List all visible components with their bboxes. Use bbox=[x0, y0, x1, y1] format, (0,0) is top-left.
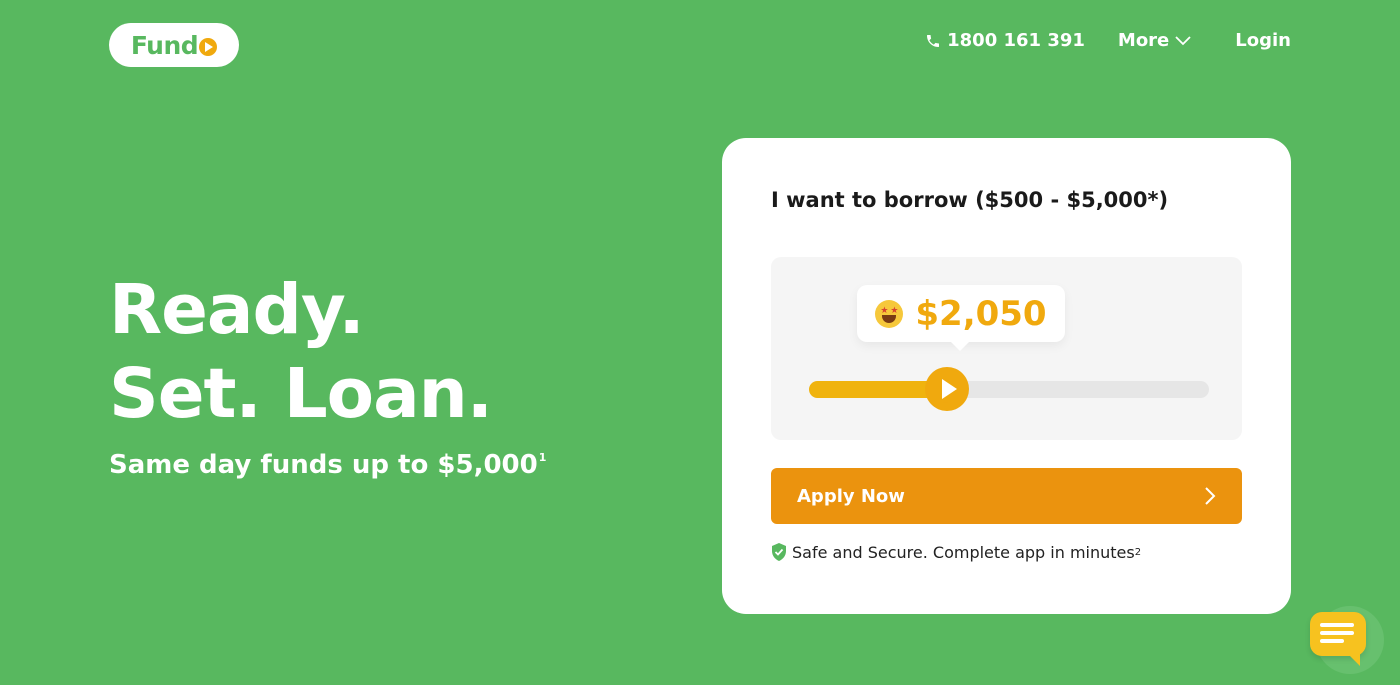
secure-note: Safe and Secure. Complete app in minutes… bbox=[770, 542, 1141, 562]
apply-now-label: Apply Now bbox=[797, 485, 905, 507]
hero-title: Ready. Set. Loan. bbox=[109, 268, 493, 436]
logo-play-icon bbox=[199, 37, 218, 56]
phone-number: 1800 161 391 bbox=[947, 30, 1085, 51]
logo-text: Fund bbox=[130, 30, 199, 60]
logo-wordmark: Fund bbox=[130, 30, 218, 60]
star-struck-emoji-icon: ★ ★ bbox=[875, 299, 904, 328]
amount-slider-panel: ★ ★ $2,050 bbox=[771, 257, 1242, 440]
chevron-down-icon bbox=[1175, 35, 1191, 45]
chat-launcher-button[interactable] bbox=[1310, 606, 1384, 674]
loan-card: I want to borrow ($500 - $5,000*) ★ ★ $2,… bbox=[722, 138, 1291, 614]
hero-subtitle-footnote: 1 bbox=[538, 451, 547, 464]
more-label: More bbox=[1117, 30, 1170, 51]
chevron-right-icon bbox=[1205, 487, 1216, 505]
loan-amount-value: $2,050 bbox=[915, 293, 1047, 334]
secure-text: Safe and Secure. Complete app in minutes bbox=[792, 542, 1135, 562]
borrow-heading: I want to borrow ($500 - $5,000*) bbox=[771, 188, 1169, 212]
more-menu-button[interactable]: More bbox=[1118, 30, 1191, 51]
apply-now-button[interactable]: Apply Now bbox=[771, 468, 1242, 524]
hero-title-line-1: Ready. bbox=[109, 270, 365, 350]
phone-link[interactable]: 1800 161 391 bbox=[925, 30, 1085, 51]
logo[interactable]: Fund bbox=[109, 23, 239, 67]
shield-check-icon bbox=[772, 543, 786, 561]
top-nav: 1800 161 391 More Login bbox=[925, 30, 1291, 51]
amount-slider-thumb[interactable] bbox=[925, 367, 969, 411]
phone-icon bbox=[927, 34, 940, 47]
hero-subtitle-text: Same day funds up to $5,000 bbox=[109, 450, 538, 480]
amount-tooltip: ★ ★ $2,050 bbox=[857, 285, 1065, 351]
secure-footnote: 2 bbox=[1134, 546, 1142, 558]
login-link[interactable]: Login bbox=[1235, 30, 1291, 51]
hero-title-line-2: Set. Loan. bbox=[109, 354, 493, 434]
chat-icon bbox=[1310, 612, 1366, 666]
amount-slider-track[interactable] bbox=[809, 367, 1209, 411]
hero-subtitle: Same day funds up to $5,0001 bbox=[109, 450, 546, 480]
